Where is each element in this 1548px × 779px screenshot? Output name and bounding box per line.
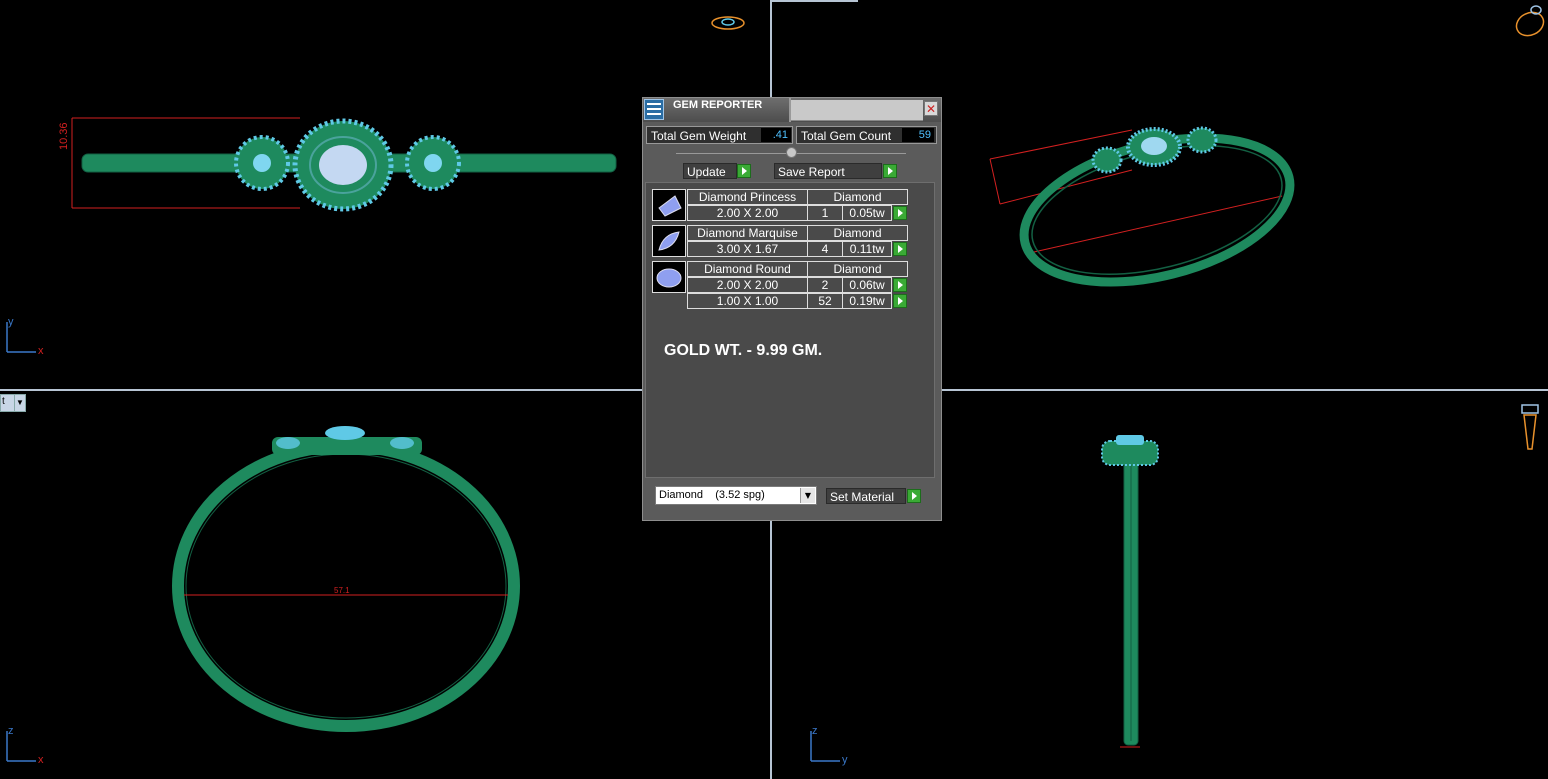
total-gem-weight-value: .41 [761, 128, 791, 142]
axis-label-z: z [8, 725, 14, 737]
gem-weight: 0.05tw [842, 205, 892, 221]
marquise-gem-icon[interactable] [652, 225, 686, 257]
axis-label-y: y [8, 316, 14, 328]
total-gem-count-field: Total Gem Count 59 [796, 126, 937, 144]
dialog-titlebar[interactable]: GEM REPORTER ✕ [643, 98, 941, 122]
ring-orientation-icon [711, 16, 745, 30]
gem-weight: 0.19tw [842, 293, 892, 309]
gem-size: 3.00 X 1.67 [687, 241, 808, 257]
gem-row-go-icon[interactable] [893, 242, 907, 256]
update-button[interactable]: Update [683, 163, 737, 179]
gem-material: Diamond [807, 189, 908, 205]
active-viewport-marker [772, 0, 858, 2]
gem-row-go-icon[interactable] [893, 206, 907, 220]
gem-count: 52 [807, 293, 843, 309]
gold-weight-note: GOLD WT. - 9.99 GM. [664, 342, 823, 359]
slider-handle[interactable] [786, 147, 797, 158]
dimension-label-height: 10.36 [58, 122, 70, 150]
total-gem-count-label: Total Gem Count [801, 129, 892, 143]
gem-material: Diamond [807, 225, 908, 241]
gem-count: 1 [807, 205, 843, 221]
close-icon[interactable]: ✕ [924, 101, 938, 116]
axis-label-y: y [842, 754, 848, 766]
gem-name: Diamond Round [687, 261, 808, 277]
material-select-value: Diamond (3.52 spg) [659, 489, 765, 501]
title-fill [791, 100, 923, 121]
chevron-down-icon: ▼ [800, 488, 815, 503]
gem-weight: 0.11tw [842, 241, 892, 257]
dialog-title: GEM REPORTER [673, 99, 763, 111]
gem-name: Diamond Princess [687, 189, 808, 205]
gem-count: 4 [807, 241, 843, 257]
gem-row-go-icon[interactable] [893, 294, 907, 308]
axis-label-z: z [812, 725, 818, 737]
dimension-label-diameter: 57.1 [334, 586, 350, 595]
ring-orientation-icon [1515, 5, 1545, 37]
save-report-go-icon[interactable] [883, 164, 897, 178]
total-gem-count-value: 59 [902, 128, 934, 142]
total-gem-weight-label: Total Gem Weight [651, 129, 747, 143]
gem-size: 2.00 X 2.00 [687, 277, 808, 293]
gem-weight: 0.06tw [842, 277, 892, 293]
gem-material: Diamond [807, 261, 908, 277]
view-mode-label: t [2, 396, 5, 407]
gem-reporter-icon [644, 99, 664, 120]
gem-name: Diamond Marquise [687, 225, 808, 241]
ring-orientation-icon [1521, 404, 1539, 450]
gem-count: 2 [807, 277, 843, 293]
set-material-go-icon[interactable] [907, 489, 921, 503]
save-report-button[interactable]: Save Report [774, 163, 882, 179]
set-material-button[interactable]: Set Material [826, 488, 906, 504]
total-gem-weight-field: Total Gem Weight .41 [646, 126, 793, 144]
axis-label-x: x [38, 345, 44, 357]
gem-row-go-icon[interactable] [893, 278, 907, 292]
princess-gem-icon[interactable] [652, 189, 686, 221]
chevron-down-icon: ▼ [14, 395, 25, 411]
round-gem-icon[interactable] [652, 261, 686, 293]
material-select[interactable]: Diamond (3.52 spg) ▼ [655, 486, 817, 505]
update-go-icon[interactable] [737, 164, 751, 178]
gem-size: 1.00 X 1.00 [687, 293, 808, 309]
gem-size: 2.00 X 2.00 [687, 205, 808, 221]
axis-label-x: x [38, 754, 44, 766]
view-mode-dropdown[interactable]: t ▼ [0, 394, 26, 412]
